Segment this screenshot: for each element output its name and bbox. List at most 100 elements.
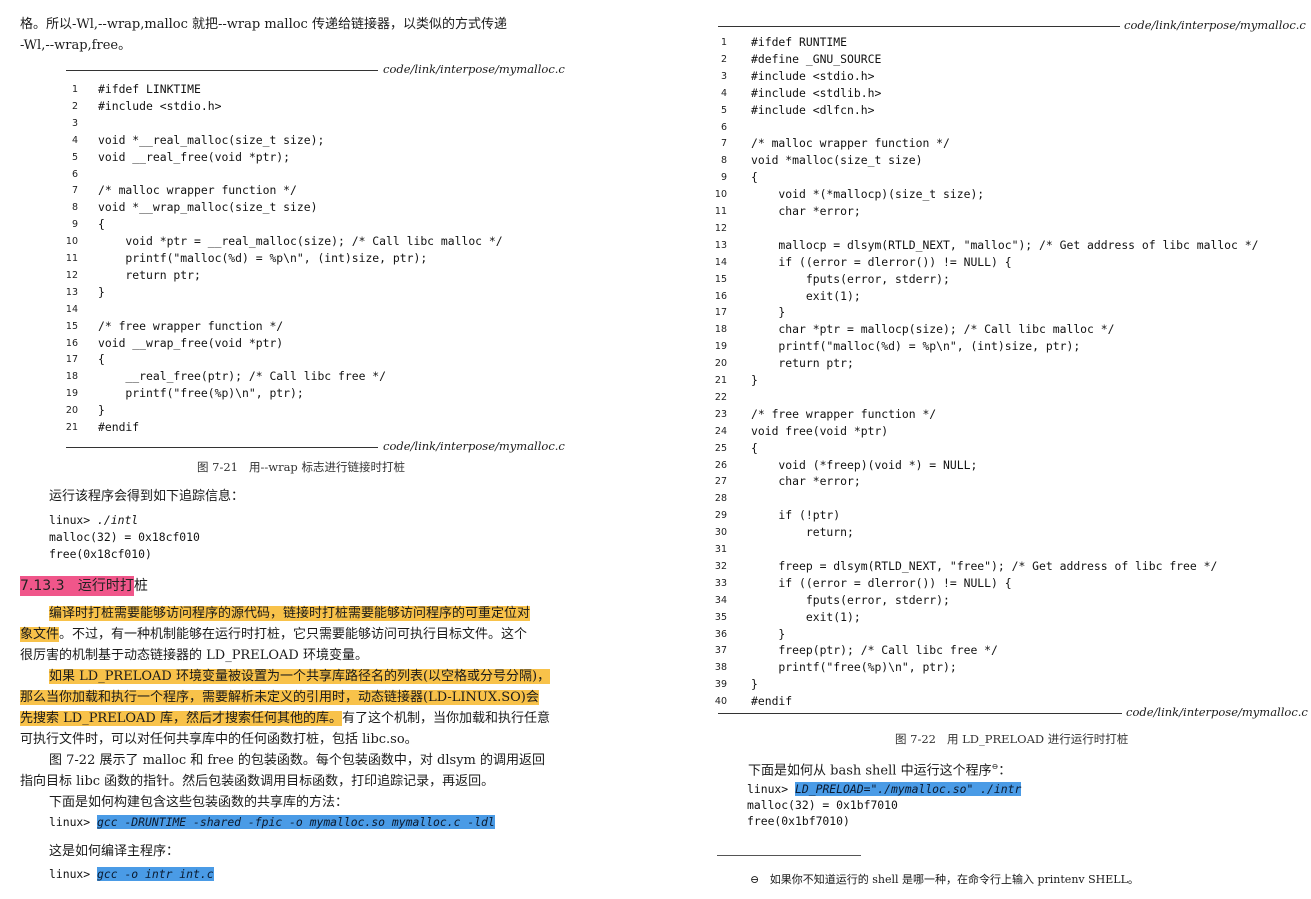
code-line: #include <dlfcn.h> [751,102,875,117]
line-number: 30 [714,527,727,539]
line-number: 40 [714,696,727,708]
code-line: } [751,677,758,692]
p2-line-2: 那么当你加载和执行一个程序，需要解析未定义的引用时，动态链接器(LD-LINUX… [20,687,539,708]
line-number: 19 [65,388,78,400]
code-line: return ptr; [98,267,201,282]
source-label-bottom: code/link/interpose/mymalloc.c [1126,705,1308,719]
code-line: void *__wrap_malloc(size_t size) [98,200,318,215]
line-number: 4 [720,87,727,99]
code-line: #define _GNU_SOURCE [751,51,882,66]
trace-line-2: malloc(32) = 0x1bf7010 [747,798,898,812]
line-number: 3 [720,70,727,82]
code-line: #include <stdio.h> [751,68,875,83]
line-number: 25 [714,442,727,454]
code-line: } [751,305,786,320]
figure-caption: 图 7-22 用 LD_PRELOAD 进行运行时打桩 [895,732,1129,746]
build-command: gcc -DRUNTIME -shared -fpic -o mymalloc.… [97,815,495,829]
code-line: /* free wrapper function */ [751,406,937,421]
code-line: if ((error = dlerror()) != NULL) { [751,575,1012,590]
footnote-text: 如果你不知道运行的 shell 是哪一种，在命令行上输入 printenv SH… [769,873,1139,886]
line-number: 16 [714,290,727,302]
line-number: 31 [714,544,727,555]
compile-command: gcc -o intr int.c [97,867,214,881]
code-line: void *(*mallocp)(size_t size); [751,187,985,202]
code-line: freep(ptr); /* Call libc free */ [751,643,998,658]
line-number: 35 [714,611,727,623]
line-number: 18 [65,371,78,383]
code-line: /* malloc wrapper function */ [98,183,297,198]
code-line: void *malloc(size_t size) [751,153,923,168]
line-number: 6 [71,168,78,180]
line-number: 9 [720,172,727,184]
code-line: { [98,217,105,232]
line-number: 36 [714,628,727,640]
code-line: void (*freep)(void *) = NULL; [751,457,978,472]
p2-line-4: 可执行文件时，可以对任何共享库中的任何函数打桩，包括 libc.so。 [20,732,418,747]
line-number: 29 [714,510,727,522]
line-number: 7 [71,185,78,197]
p3-line-1: 图 7-22 展示了 malloc 和 free 的包装函数。每个包装函数中，对… [49,753,545,768]
trace-line-1: linux> ./intl [49,513,138,527]
code-line: char *error; [751,204,861,218]
section-title-highlight: 运行时打 [77,578,134,594]
line-number: 27 [714,476,727,488]
code-line: void free(void *ptr) [751,423,889,438]
line-number: 13 [65,286,78,298]
line-number: 3 [71,117,78,129]
prompt: linux> [49,513,98,527]
line-number: 6 [720,121,727,133]
code-line: #include <stdlib.h> [751,85,882,100]
line-number: 26 [714,459,727,471]
right-page: code/link/interpose/mymalloc.c 1 #ifdef R… [655,0,1311,899]
code-line: } [98,284,105,299]
line-number: 8 [720,155,727,167]
code-line: char *ptr = mallocp(size); /* Call libc … [751,322,1115,337]
line-number: 10 [65,236,78,248]
code-line: mallocp = dlsym(RTLD_NEXT, "malloc"); /*… [751,237,1259,252]
code-line: #include <stdio.h> [98,98,222,113]
line-number: 2 [71,100,78,112]
line-number: 19 [714,341,727,353]
source-label-top: code/link/interpose/mymalloc.c [383,62,565,76]
p1-line-1: 编译时打桩需要能够访问程序的源代码，链接时打桩需要能够访问程序的可重定位对 [49,603,531,624]
code-line: } [751,626,786,641]
code-line: freep = dlsym(RTLD_NEXT, "free"); /* Get… [751,558,1218,573]
source-label-top: code/link/interpose/mymalloc.c [1124,18,1306,32]
code-line: void *ptr = __real_malloc(size); /* Call… [98,234,503,249]
trace-line-2: malloc(32) = 0x18cf010 [49,530,200,544]
section-heading: 7.13.3 运行时打桩 [20,575,148,596]
compile-command-line: linux> gcc -o intr int.c [49,867,214,881]
bottom-rule [66,447,378,448]
trace-command: ./intl [97,513,139,527]
code-line: void *__real_malloc(size_t size); [98,132,325,147]
line-number: 7 [720,138,727,150]
top-rule [718,26,1120,27]
code-line: void __wrap_free(void *ptr) [98,335,284,350]
line-number: 22 [714,391,727,403]
code-line: { [751,170,758,185]
line-number: 21 [714,375,727,386]
line-number: 13 [714,239,727,251]
p2-highlight-2: 那么当你加载和执行一个程序，需要解析未定义的引用时，动态链接器(LD-LINUX… [20,690,539,705]
code-line: return ptr; [751,356,854,371]
prompt: linux> [49,867,98,881]
line-number: 1 [71,84,78,95]
left-page: 格。所以-Wl,--wrap,malloc 就把--wrap malloc 传递… [0,0,655,899]
line-number: 11 [714,206,727,217]
line-number: 12 [714,222,727,234]
p1-line-2: 象文件。不过，有一种机制能够在运行时打桩，它只需要能够访问可执行目标文件。这个 [20,624,527,645]
line-number: 21 [65,422,78,433]
p1-highlight-1: 编译时打桩需要能够访问程序的源代码，链接时打桩需要能够访问程序的可重定位对 [49,606,531,621]
code-line: } [751,373,758,387]
line-number: 5 [720,104,727,116]
line-number: 2 [720,53,727,65]
line-number: 18 [714,324,727,336]
prompt: linux> [49,815,98,829]
code-line: } [98,403,105,418]
p1-highlight-2: 象文件 [20,627,60,642]
code-line: { [751,440,758,455]
line-number: 37 [714,645,727,657]
p2-highlight-3: 先搜索 LD_PRELOAD 库，然后才搜索任何其他的库。 [20,711,342,726]
line-number: 20 [714,358,727,370]
line-number: 1 [720,37,727,48]
